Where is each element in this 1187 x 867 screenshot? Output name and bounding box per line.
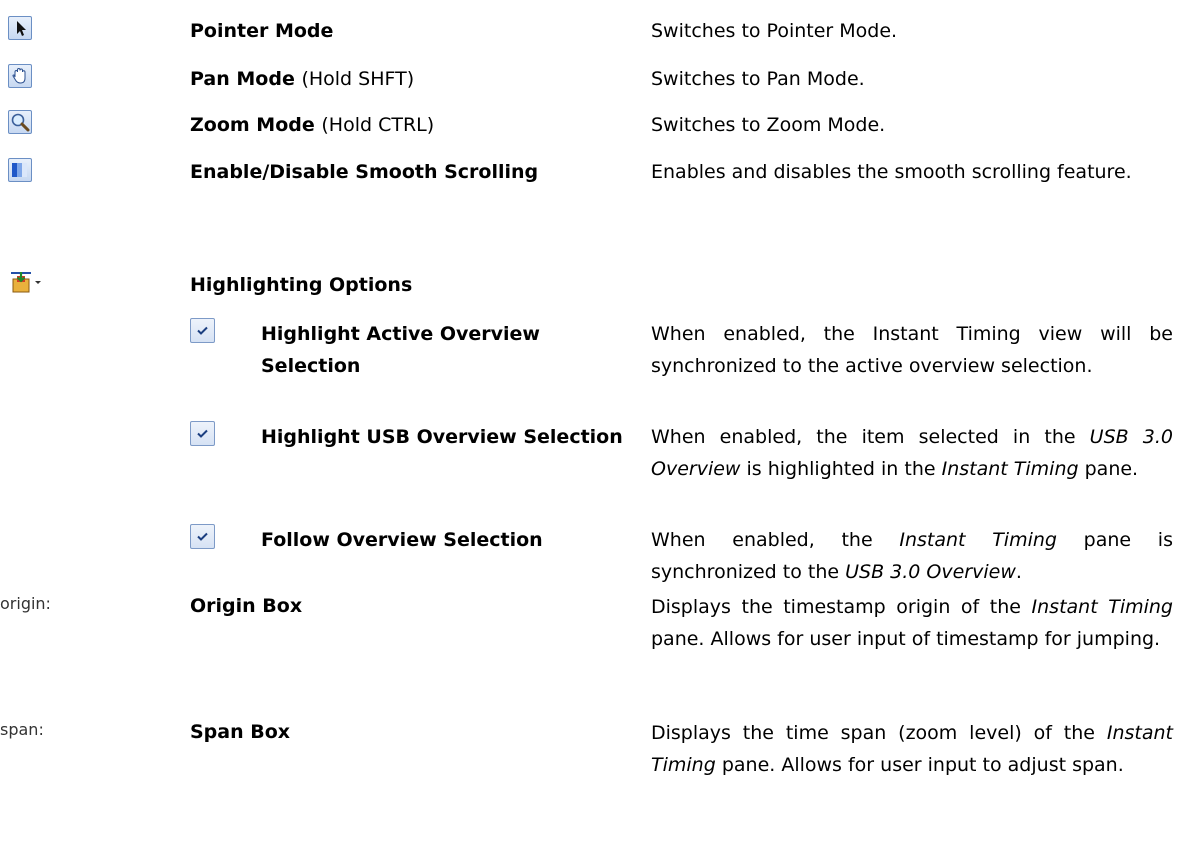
- span-box-desc: Displays the time span (zoom level) of t…: [651, 717, 1173, 781]
- smooth-scrolling-desc: Enables and disables the smooth scrollin…: [651, 161, 1132, 183]
- pan-mode-term: Pan Mode (Hold SHFT): [190, 64, 414, 94]
- zoom-mode-desc: Switches to Zoom Mode.: [651, 114, 886, 136]
- highlight-options-button[interactable]: [10, 270, 44, 294]
- desc-text: When enabled, the: [651, 529, 900, 551]
- desc-text: Displays the time span (zoom level) of t…: [651, 722, 1107, 744]
- pan-mode-shortcut: (Hold SHFT): [301, 68, 415, 90]
- desc-emphasis: Instant Timing: [941, 458, 1079, 480]
- desc-text: pane. Allows for user input to adjust sp…: [715, 754, 1124, 776]
- origin-box-label[interactable]: origin:: [0, 594, 51, 613]
- highlight-options-icon: [11, 272, 41, 293]
- pointer-mode-term: Pointer Mode: [190, 20, 334, 42]
- pointer-mode-button[interactable]: [8, 16, 32, 40]
- origin-box-term: Origin Box: [190, 595, 303, 617]
- highlight-active-desc: When enabled, the Instant Timing view wi…: [651, 323, 1173, 377]
- desc-emphasis: Instant Timing: [899, 529, 1057, 551]
- smooth-scroll-icon: [12, 163, 27, 177]
- smooth-scrolling-term: Enable/Disable Smooth Scrolling: [190, 161, 539, 183]
- desc-text: When enabled, the item selected in the: [651, 426, 1090, 448]
- pointer-mode-desc: Switches to Pointer Mode.: [651, 20, 898, 42]
- desc-text: pane. Allows for user input of timestamp…: [651, 628, 1161, 650]
- highlighting-options-term: Highlighting Options: [190, 274, 413, 296]
- pan-mode-term-label: Pan Mode: [190, 68, 295, 90]
- highlight-active-term: Highlight Active Overview Selection: [261, 323, 540, 377]
- follow-overview-checkbox[interactable]: [190, 524, 215, 549]
- desc-emphasis: USB 3.0 Overview: [845, 561, 1016, 583]
- zoom-mode-shortcut: (Hold CTRL): [321, 114, 435, 136]
- zoom-mode-term-label: Zoom Mode: [190, 114, 315, 136]
- origin-box-desc: Displays the timestamp origin of the Ins…: [651, 591, 1173, 655]
- highlight-usb-term: Highlight USB Overview Selection: [261, 426, 623, 448]
- highlight-usb-checkbox[interactable]: [190, 421, 215, 446]
- pan-mode-desc: Switches to Pan Mode.: [651, 68, 865, 90]
- span-box-label[interactable]: span:: [0, 720, 44, 739]
- hand-icon: [12, 67, 26, 84]
- checkmark-icon: [197, 532, 208, 541]
- pointer-icon: [17, 21, 26, 36]
- highlight-usb-desc: When enabled, the item selected in the U…: [651, 421, 1173, 485]
- desc-text: Displays the timestamp origin of the: [651, 596, 1032, 618]
- pan-mode-button[interactable]: [8, 64, 32, 88]
- highlight-active-checkbox[interactable]: [190, 318, 215, 343]
- span-box-term: Span Box: [190, 721, 291, 743]
- desc-emphasis: Instant Timing: [1031, 596, 1173, 618]
- zoom-mode-term: Zoom Mode (Hold CTRL): [190, 110, 434, 140]
- follow-overview-term: Follow Overview Selection: [261, 529, 543, 551]
- desc-text: is highlighted in the: [740, 458, 942, 480]
- checkmark-icon: [197, 429, 208, 438]
- smooth-scrolling-button[interactable]: [8, 158, 32, 182]
- zoom-mode-button[interactable]: [8, 110, 32, 134]
- follow-overview-desc: When enabled, the Instant Timing pane is…: [651, 524, 1173, 588]
- desc-text: pane.: [1078, 458, 1139, 480]
- magnifier-icon: [11, 113, 30, 132]
- checkmark-icon: [197, 326, 208, 335]
- desc-text: .: [1015, 561, 1022, 583]
